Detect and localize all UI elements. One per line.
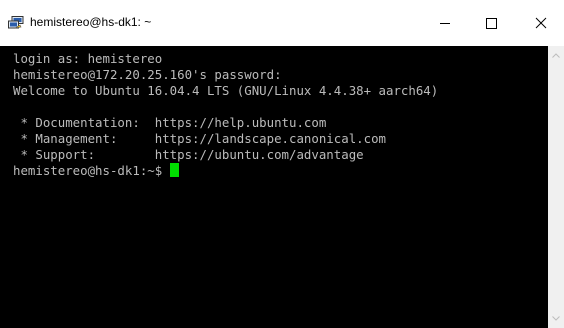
scroll-down-arrow-icon	[552, 316, 560, 321]
terminal-line: * Support: https://ubuntu.com/advantage	[13, 147, 364, 162]
close-icon	[535, 17, 547, 29]
terminal-line: * Documentation: https://help.ubuntu.com	[13, 115, 327, 130]
scroll-up-arrow-icon	[552, 53, 560, 58]
prompt-line: hemistereo@hs-dk1:~$	[13, 163, 179, 179]
window-title: hemistereo@hs-dk1: ~	[30, 15, 152, 29]
maximize-icon	[486, 18, 497, 29]
terminal-area[interactable]: login as: hemistereo hemistereo@172.20.2…	[0, 46, 548, 328]
terminal-line: hemistereo@172.20.25.160's password:	[13, 67, 282, 82]
terminal-cursor	[169, 163, 179, 177]
minimize-icon	[440, 23, 450, 24]
maximize-button[interactable]	[468, 0, 514, 46]
scroll-up-button[interactable]	[548, 48, 564, 64]
terminal-line: Welcome to Ubuntu 16.04.4 LTS (GNU/Linux…	[13, 83, 439, 98]
title-bar[interactable]: hemistereo@hs-dk1: ~	[0, 0, 564, 46]
minimize-button[interactable]	[422, 0, 468, 46]
terminal-window: hemistereo@hs-dk1: ~ login as: hemistere…	[0, 0, 564, 328]
shell-prompt: hemistereo@hs-dk1:~$	[13, 163, 170, 178]
scroll-down-button[interactable]	[548, 310, 564, 326]
putty-icon[interactable]	[8, 16, 24, 30]
vertical-scrollbar[interactable]	[548, 46, 564, 328]
close-button[interactable]	[518, 0, 564, 46]
terminal-line: login as: hemistereo	[13, 51, 163, 66]
terminal-line: * Management: https://landscape.canonica…	[13, 131, 386, 146]
